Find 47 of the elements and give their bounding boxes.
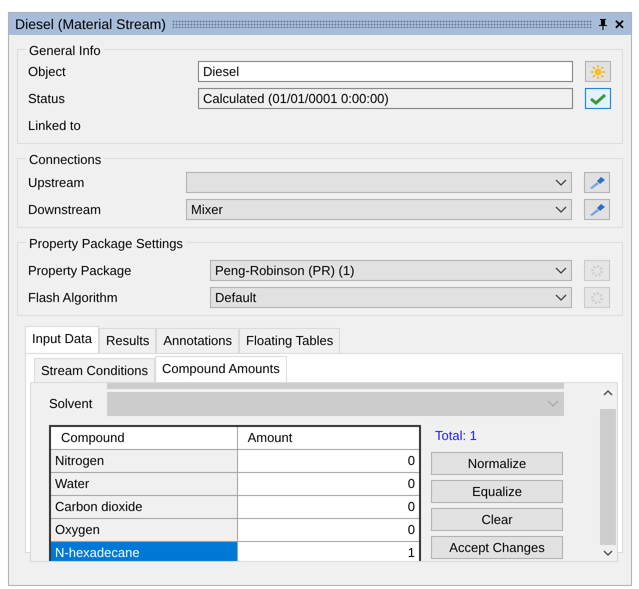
chevron-down-icon [555,294,567,302]
action-button[interactable]: Clear [431,508,563,531]
table-cell[interactable]: Water [50,472,238,495]
field-label: Object [28,62,67,81]
field-label: Solvent [49,395,94,414]
dropdown-field[interactable] [186,172,572,193]
chevron-down-icon [555,178,567,186]
column-header[interactable]: Amount [237,426,420,449]
check-icon-button[interactable] [585,88,611,109]
field-label: Downstream [28,200,102,219]
scroll-down-icon[interactable] [603,549,613,557]
table-cell[interactable]: Nitrogen [50,449,238,472]
input-field[interactable]: Diesel [198,61,573,82]
field-label: Upstream [28,174,86,192]
tab[interactable]: Floating Tables [239,328,340,352]
table-cell[interactable]: Oxygen [50,518,238,541]
action-button[interactable]: Accept Changes [431,536,563,559]
dropdown-field[interactable]: Mixer [186,199,572,220]
field-label: Linked to [28,116,81,135]
dropper-button[interactable] [584,172,610,193]
window-title: Diesel (Material Stream) [15,14,166,34]
column-header[interactable]: Compound [50,426,238,449]
table-cell[interactable]: Carbon dioxide [50,495,238,518]
tab[interactable]: Input Data [25,326,99,352]
status-field: Calculated (01/01/0001 0:00:00) [198,88,573,109]
pin-icon[interactable] [598,18,608,30]
scroll-up-icon[interactable] [603,389,613,397]
sun-icon [591,64,605,78]
field-label: Flash Algorithm [28,288,119,307]
close-icon[interactable]: ✕ [614,18,625,30]
action-button[interactable]: Equalize [431,480,563,503]
chevron-down-icon [555,266,567,274]
field-label: Property Package [28,262,132,280]
tab[interactable]: Compound Amounts [154,356,287,382]
check-icon [590,92,606,104]
tab[interactable]: Annotations [156,328,240,352]
tab[interactable]: Stream Conditions [34,358,155,382]
dropper-button[interactable] [584,199,610,220]
table-cell[interactable]: N-hexadecane [50,541,238,561]
dropper-icon [588,202,606,216]
action-button[interactable]: Normalize [431,452,563,475]
chevron-down-icon [555,206,567,214]
field-label: Status [28,90,66,108]
chevron-down-icon [547,400,559,408]
total-label: Total: 1 [435,427,478,445]
tab[interactable]: Results [99,328,156,352]
dropper-icon [588,176,606,190]
